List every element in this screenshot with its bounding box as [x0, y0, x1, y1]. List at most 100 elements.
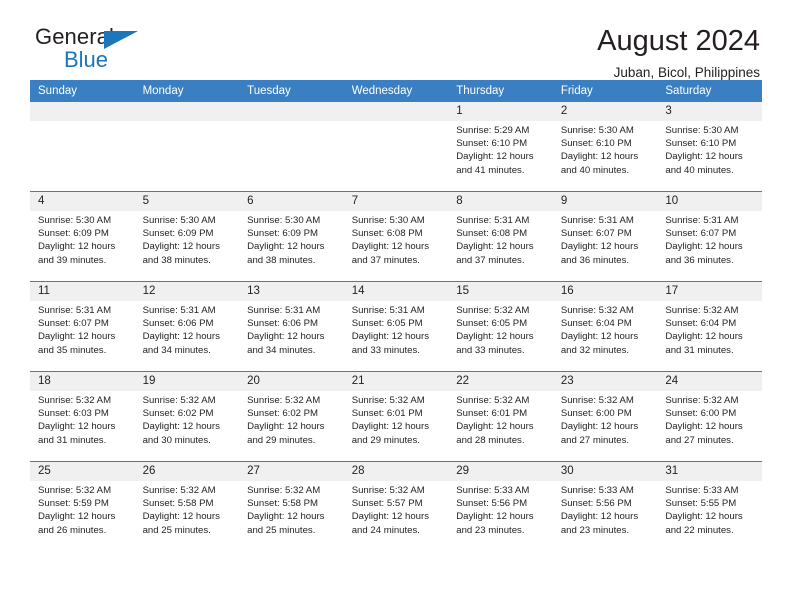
calendar-day-cell[interactable]: 19 Sunrise: 5:32 AM Sunset: 6:02 PM Dayligh… — [134, 371, 240, 462]
day-cell-inner: 23 Sunrise: 5:32 AM Sunset: 6:00 PM Dayligh… — [552, 372, 658, 461]
weekday-header-friday: Friday — [552, 80, 658, 102]
day-details: Sunrise: 5:32 AM Sunset: 6:00 PM Daylight:… — [657, 391, 762, 447]
calendar-day-cell[interactable]: 12 Sunrise: 5:31 AM Sunset: 6:06 PM Dayligh… — [134, 281, 240, 372]
calendar-day-cell[interactable]: 22 Sunrise: 5:32 AM Sunset: 6:01 PM Dayligh… — [448, 371, 553, 462]
page-header: General Blue August 2024 Juban, Bicol, P… — [30, 0, 762, 81]
calendar-day-cell[interactable]: 23 Sunrise: 5:32 AM Sunset: 6:00 PM Dayligh… — [552, 371, 658, 462]
calendar-day-cell[interactable]: 25 Sunrise: 5:32 AM Sunset: 5:59 PM Dayligh… — [30, 461, 135, 551]
day-number: 25 — [30, 462, 135, 481]
calendar-day-cell[interactable]: 14 Sunrise: 5:31 AM Sunset: 6:05 PM Dayligh… — [343, 281, 449, 372]
day-details: Sunrise: 5:31 AM Sunset: 6:07 PM Daylight:… — [657, 211, 762, 267]
calendar-week-row: 1 Sunrise: 5:29 AM Sunset: 6:10 PM Daylight… — [30, 102, 762, 192]
day-cell-inner: 9 Sunrise: 5:31 AM Sunset: 6:07 PM Daylight… — [552, 192, 658, 281]
calendar-day-cell[interactable]: 1 Sunrise: 5:29 AM Sunset: 6:10 PM Daylight… — [448, 102, 553, 192]
sunset-text: Sunset: 5:58 PM — [142, 498, 214, 510]
calendar-day-cell-empty — [30, 102, 135, 192]
calendar-day-cell[interactable]: 3 Sunrise: 5:30 AM Sunset: 6:10 PM Daylight… — [657, 102, 762, 192]
day-details: Sunrise: 5:32 AM Sunset: 5:58 PM Daylight:… — [135, 481, 240, 537]
day-cell-inner: 31 Sunrise: 5:33 AM Sunset: 5:55 PM Dayligh… — [657, 462, 762, 551]
sunset-text: Sunset: 5:58 PM — [247, 498, 319, 510]
calendar-day-cell[interactable]: 13 Sunrise: 5:31 AM Sunset: 6:06 PM Dayligh… — [239, 281, 344, 372]
day-details: Sunrise: 5:30 AM Sunset: 6:10 PM Daylight:… — [657, 121, 762, 177]
sunrise-text: Sunrise: 5:32 AM — [351, 485, 425, 496]
calendar-day-cell[interactable]: 6 Sunrise: 5:30 AM Sunset: 6:09 PM Daylight… — [239, 191, 344, 282]
daylight-text-line2: and 34 minutes. — [247, 344, 316, 356]
day-cell-inner: 3 Sunrise: 5:30 AM Sunset: 6:10 PM Daylight… — [657, 102, 762, 191]
daylight-text-line1: Daylight: 12 hours — [351, 511, 430, 523]
daylight-text-line1: Daylight: 12 hours — [456, 511, 534, 523]
sunset-text: Sunset: 6:04 PM — [560, 318, 632, 330]
sunset-text: Sunset: 6:09 PM — [38, 228, 109, 240]
day-number: 20 — [239, 372, 344, 391]
calendar-day-cell[interactable]: 27 Sunrise: 5:32 AM Sunset: 5:58 PM Dayligh… — [239, 461, 344, 551]
calendar-day-cell[interactable]: 26 Sunrise: 5:32 AM Sunset: 5:58 PM Dayligh… — [134, 461, 240, 551]
daylight-text-line1: Daylight: 12 hours — [247, 331, 325, 343]
calendar-day-cell[interactable]: 7 Sunrise: 5:30 AM Sunset: 6:08 PM Daylight… — [343, 191, 449, 282]
calendar-day-cell[interactable]: 10 Sunrise: 5:31 AM Sunset: 6:07 PM Dayligh… — [657, 191, 762, 282]
sunrise-text: Sunrise: 5:32 AM — [665, 395, 739, 406]
calendar-day-cell[interactable]: 28 Sunrise: 5:32 AM Sunset: 5:57 PM Dayligh… — [343, 461, 449, 551]
sunrise-text: Sunrise: 5:32 AM — [665, 305, 739, 316]
calendar-day-cell[interactable]: 29 Sunrise: 5:33 AM Sunset: 5:56 PM Dayligh… — [448, 461, 553, 551]
day-details: Sunrise: 5:31 AM Sunset: 6:06 PM Daylight:… — [135, 301, 240, 357]
calendar-day-cell[interactable]: 24 Sunrise: 5:32 AM Sunset: 6:00 PM Dayligh… — [657, 371, 762, 462]
daylight-text-line1: Daylight: 12 hours — [247, 511, 325, 523]
sunrise-text: Sunrise: 5:32 AM — [142, 395, 216, 406]
sunset-text: Sunset: 6:03 PM — [38, 408, 109, 420]
calendar-day-cell[interactable]: 15 Sunrise: 5:32 AM Sunset: 6:05 PM Dayligh… — [448, 281, 553, 372]
daylight-text-line2: and 38 minutes. — [142, 254, 211, 266]
sunset-text: Sunset: 6:01 PM — [351, 408, 423, 420]
calendar-day-cell[interactable]: 5 Sunrise: 5:30 AM Sunset: 6:09 PM Daylight… — [134, 191, 240, 282]
weekday-header-monday: Monday — [134, 80, 240, 102]
daylight-text-line1: Daylight: 12 hours — [665, 421, 743, 433]
calendar-day-cell[interactable]: 18 Sunrise: 5:32 AM Sunset: 6:03 PM Dayligh… — [30, 371, 135, 462]
sunrise-text: Sunrise: 5:33 AM — [456, 485, 530, 496]
sunrise-text: Sunrise: 5:32 AM — [456, 395, 530, 406]
calendar-day-cell[interactable]: 30 Sunrise: 5:33 AM Sunset: 5:56 PM Dayligh… — [552, 461, 658, 551]
brand-logo[interactable]: General Blue — [30, 26, 165, 80]
day-details: Sunrise: 5:31 AM Sunset: 6:07 PM Daylight:… — [553, 211, 658, 267]
page-subtitle: Juban, Bicol, Philippines — [613, 65, 760, 81]
day-details: Sunrise: 5:32 AM Sunset: 6:01 PM Daylight:… — [448, 391, 553, 447]
sunrise-text: Sunrise: 5:31 AM — [560, 215, 634, 226]
day-cell-inner — [30, 102, 135, 191]
daylight-text-line1: Daylight: 12 hours — [456, 241, 534, 253]
calendar-day-cell[interactable]: 2 Sunrise: 5:30 AM Sunset: 6:10 PM Daylight… — [552, 102, 658, 192]
calendar-day-cell[interactable]: 17 Sunrise: 5:32 AM Sunset: 6:04 PM Dayligh… — [657, 281, 762, 372]
calendar-day-cell[interactable]: 16 Sunrise: 5:32 AM Sunset: 6:04 PM Dayligh… — [552, 281, 658, 372]
calendar-day-cell[interactable]: 8 Sunrise: 5:31 AM Sunset: 6:08 PM Daylight… — [448, 191, 553, 282]
day-cell-inner: 10 Sunrise: 5:31 AM Sunset: 6:07 PM Dayligh… — [657, 192, 762, 281]
daylight-text-line2: and 25 minutes. — [247, 524, 316, 536]
day-cell-inner: 28 Sunrise: 5:32 AM Sunset: 5:57 PM Dayligh… — [343, 462, 449, 551]
calendar-day-cell[interactable]: 21 Sunrise: 5:32 AM Sunset: 6:01 PM Dayligh… — [343, 371, 449, 462]
sunset-text: Sunset: 6:07 PM — [38, 318, 109, 330]
calendar-day-cell[interactable]: 4 Sunrise: 5:30 AM Sunset: 6:09 PM Daylight… — [30, 191, 135, 282]
daylight-text-line1: Daylight: 12 hours — [38, 511, 116, 523]
day-number: 2 — [552, 102, 658, 121]
day-cell-inner: 19 Sunrise: 5:32 AM Sunset: 6:02 PM Dayligh… — [134, 372, 240, 461]
sunset-text: Sunset: 6:06 PM — [247, 318, 319, 330]
calendar-day-cell[interactable]: 9 Sunrise: 5:31 AM Sunset: 6:07 PM Daylight… — [552, 191, 658, 282]
day-details: Sunrise: 5:32 AM Sunset: 6:04 PM Daylight:… — [657, 301, 762, 357]
day-cell-inner: 7 Sunrise: 5:30 AM Sunset: 6:08 PM Daylight… — [343, 192, 449, 281]
day-cell-inner: 13 Sunrise: 5:31 AM Sunset: 6:06 PM Dayligh… — [239, 282, 344, 371]
daylight-text-line1: Daylight: 12 hours — [351, 421, 430, 433]
calendar-day-cell[interactable]: 11 Sunrise: 5:31 AM Sunset: 6:07 PM Dayligh… — [30, 281, 135, 372]
daylight-text-line1: Daylight: 12 hours — [560, 511, 639, 523]
day-cell-inner: 24 Sunrise: 5:32 AM Sunset: 6:00 PM Dayligh… — [657, 372, 762, 461]
sunrise-text: Sunrise: 5:33 AM — [665, 485, 739, 496]
calendar-day-cell[interactable]: 31 Sunrise: 5:33 AM Sunset: 5:55 PM Dayligh… — [657, 461, 762, 551]
day-cell-inner — [343, 102, 449, 191]
day-number: 26 — [134, 462, 240, 481]
daylight-text-line2: and 27 minutes. — [665, 434, 734, 446]
sunrise-text: Sunrise: 5:30 AM — [142, 215, 216, 226]
daylight-text-line1: Daylight: 12 hours — [456, 151, 534, 163]
daylight-text-line2: and 25 minutes. — [142, 524, 211, 536]
calendar-header: Sunday Monday Tuesday Wednesday Thursday… — [30, 80, 762, 102]
sunset-text: Sunset: 6:05 PM — [456, 318, 528, 330]
day-details: Sunrise: 5:31 AM Sunset: 6:06 PM Daylight:… — [239, 301, 344, 357]
calendar-week-row: 11 Sunrise: 5:31 AM Sunset: 6:07 PM Dayligh… — [30, 281, 762, 372]
calendar-page: General Blue August 2024 Juban, Bicol, P… — [0, 0, 792, 612]
day-cell-inner: 18 Sunrise: 5:32 AM Sunset: 6:03 PM Dayligh… — [30, 372, 135, 461]
calendar-day-cell[interactable]: 20 Sunrise: 5:32 AM Sunset: 6:02 PM Dayligh… — [239, 371, 344, 462]
